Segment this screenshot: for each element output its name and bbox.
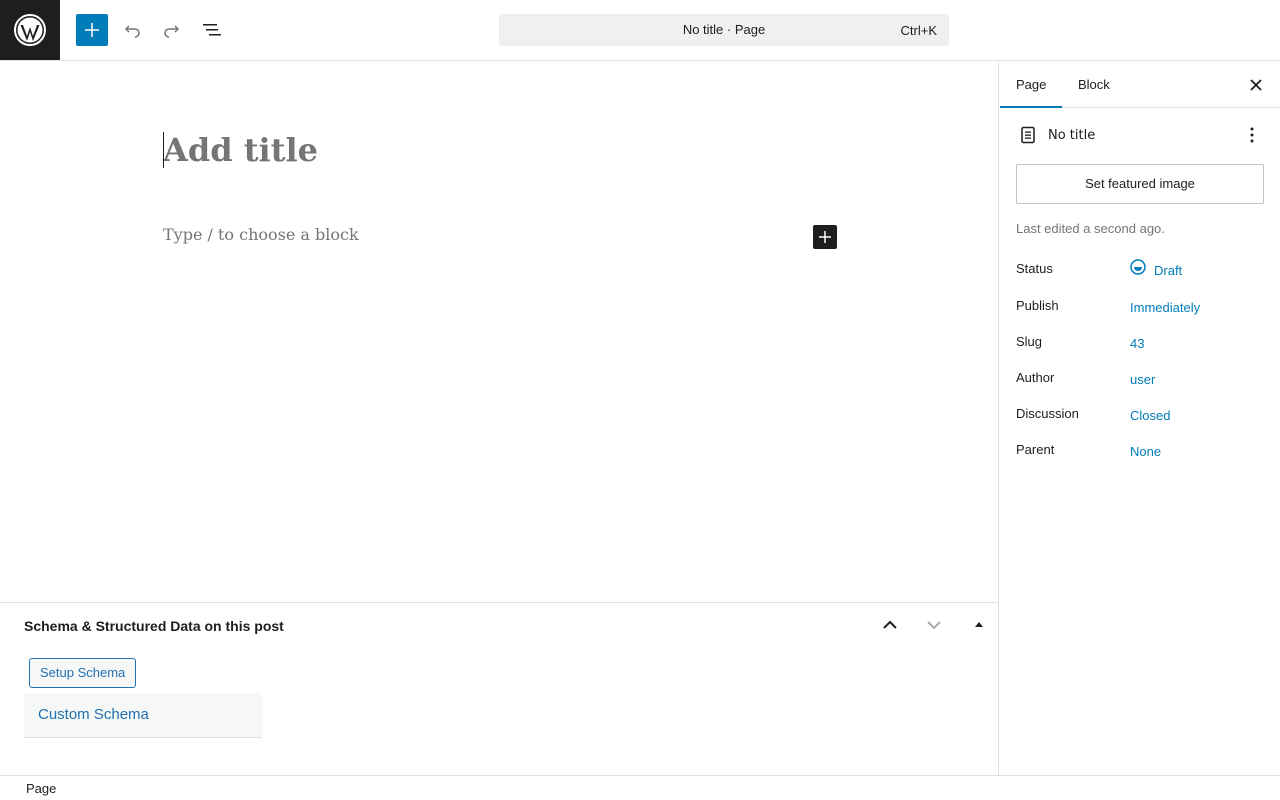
custom-schema-tab[interactable]: Custom Schema [24,693,262,738]
block-breadcrumb-bar: Page [0,775,1280,800]
add-block-button[interactable] [76,14,108,46]
publish-value[interactable]: Immediately [1130,300,1200,315]
property-publish: Publish Immediately [1016,295,1264,319]
close-sidebar-button[interactable] [1244,73,1268,97]
property-label: Publish [1016,298,1059,313]
move-up-button[interactable] [878,613,902,637]
document-title: No title · Page [682,22,766,37]
author-value[interactable]: user [1130,372,1155,387]
plus-icon [819,231,831,243]
move-down-button[interactable] [922,613,946,637]
tab-block[interactable]: Block [1078,61,1110,108]
status-value[interactable]: Draft [1154,263,1182,278]
schema-metabox: Schema & Structured Data on this post Se… [0,602,999,775]
custom-schema-label: Custom Schema [38,706,149,723]
more-vertical-icon [1250,127,1254,143]
list-view-button[interactable] [196,14,228,46]
caret-up-icon [975,622,983,627]
editor-header: No title · Page Ctrl+K [0,0,1280,61]
undo-button[interactable] [116,14,148,46]
property-label: Slug [1016,334,1043,349]
last-edited-text: Last edited a second ago. [1016,221,1165,236]
property-author: Author user [1016,367,1264,391]
settings-sidebar: Page Block No title Set featured image L… [1000,61,1280,775]
set-featured-image-button[interactable]: Set featured image [1016,164,1264,204]
title-placeholder: Add title [163,131,318,169]
redo-button[interactable] [156,14,188,46]
text-caret [163,132,164,168]
setup-schema-button[interactable]: Setup Schema [29,658,137,688]
chevron-up-icon [883,620,897,629]
more-options-button[interactable] [1240,123,1264,147]
undo-icon [124,25,140,38]
command-palette-bar[interactable]: No title · Page Ctrl+K [499,14,949,46]
property-discussion: Discussion Closed [1016,403,1264,427]
default-block-placeholder[interactable]: Type / to choose a block [163,225,359,244]
property-label: Author [1016,370,1055,385]
property-label: Parent [1016,442,1055,457]
property-label: Discussion [1016,406,1079,421]
tab-page[interactable]: Page [1000,61,1062,108]
list-view-icon [203,24,221,36]
wordpress-logo-icon[interactable] [0,0,60,60]
property-status: Status Draft [1016,258,1264,282]
document-title-label: No title [1048,128,1096,143]
slug-value[interactable]: 43 [1130,336,1144,351]
sidebar-tabs: Page Block [1000,61,1280,108]
metabox-title: Schema & Structured Data on this post [24,618,284,634]
toggle-panel-button[interactable] [967,613,991,637]
plus-icon [85,23,99,37]
document-summary: No title [1016,123,1264,147]
breadcrumb-item[interactable]: Page [26,781,56,796]
editor-canvas: Add title Type / to choose a block [0,61,999,602]
close-icon [1250,79,1262,91]
draft-status-icon [1130,259,1146,275]
discussion-value[interactable]: Closed [1130,408,1170,423]
title-field[interactable]: Add title [163,131,318,169]
shortcut-hint: Ctrl+K [900,23,937,38]
property-slug: Slug 43 [1016,331,1264,355]
parent-value[interactable]: None [1130,444,1161,459]
property-label: Status [1016,261,1053,276]
redo-icon [164,25,180,38]
chevron-down-icon [927,621,941,630]
property-parent: Parent None [1016,439,1264,463]
block-inserter-button[interactable] [813,225,837,249]
page-icon [1016,123,1040,147]
